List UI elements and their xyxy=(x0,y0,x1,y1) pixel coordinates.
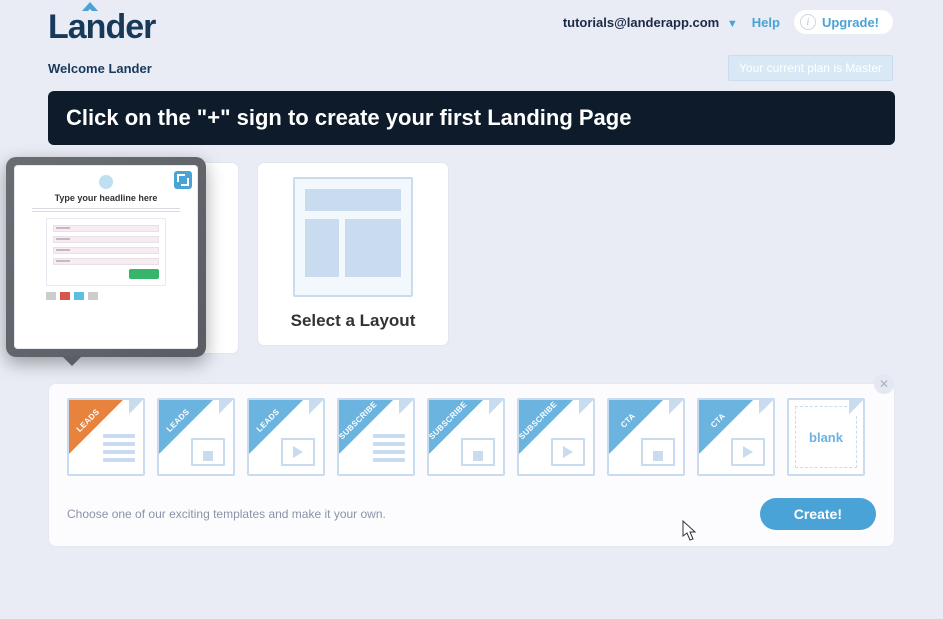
account-email-text: tutorials@landerapp.com xyxy=(563,15,719,30)
upgrade-label: Upgrade! xyxy=(822,15,879,30)
play-icon xyxy=(731,438,765,466)
upgrade-button[interactable]: i Upgrade! xyxy=(794,10,893,34)
chevron-down-icon: ▼ xyxy=(727,18,738,30)
preview-logo-icon xyxy=(99,175,113,189)
templates-panel: ✕ LEADSLEADSLEADSSUBSCRIBESUBSCRIBESUBSC… xyxy=(48,383,895,547)
template-tile-subscribe-form[interactable]: SUBSCRIBE xyxy=(337,398,415,476)
template-tile-leads-img[interactable]: LEADS xyxy=(157,398,235,476)
stage-area: Type your headline here Select a Layout xyxy=(48,163,895,383)
image-icon xyxy=(641,438,675,466)
welcome-text: Welcome Lander xyxy=(48,61,152,76)
preview-headline: Type your headline here xyxy=(26,193,186,203)
template-preview: Type your headline here xyxy=(14,165,198,349)
preview-field xyxy=(53,247,159,254)
template-tile-blank[interactable]: blank xyxy=(787,398,865,476)
preview-field xyxy=(53,236,159,243)
layout-wireframe-icon xyxy=(293,177,413,297)
image-icon xyxy=(191,438,225,466)
preview-form xyxy=(46,218,166,286)
template-tile-subscribe-img[interactable]: SUBSCRIBE xyxy=(427,398,505,476)
play-icon xyxy=(551,438,585,466)
create-button[interactable]: Create! xyxy=(760,498,876,530)
template-tile-leads-form[interactable]: LEADS xyxy=(67,398,145,476)
preview-field xyxy=(53,258,159,265)
play-icon xyxy=(281,438,315,466)
hero-instruction: Click on the "+" sign to create your fir… xyxy=(48,91,895,145)
select-layout-title: Select a Layout xyxy=(276,311,430,331)
template-tile-cta-play[interactable]: CTA xyxy=(697,398,775,476)
preview-social-icons xyxy=(46,292,166,300)
brand-logo-text: Lander xyxy=(48,8,155,46)
expand-icon[interactable] xyxy=(174,171,192,189)
template-tile-subscribe-play[interactable]: SUBSCRIBE xyxy=(517,398,595,476)
templates-row: LEADSLEADSLEADSSUBSCRIBESUBSCRIBESUBSCRI… xyxy=(67,398,876,476)
brand-logo[interactable]: Lander xyxy=(48,8,155,47)
select-layout-card[interactable]: Select a Layout xyxy=(258,163,448,345)
logo-caret-icon xyxy=(82,2,98,11)
templates-hint: Choose one of our exciting templates and… xyxy=(67,507,386,521)
template-tile-leads-play[interactable]: LEADS xyxy=(247,398,325,476)
template-tile-cta-img[interactable]: CTA xyxy=(607,398,685,476)
info-icon: i xyxy=(800,14,816,30)
form-icon xyxy=(103,434,135,466)
template-preview-popover: Type your headline here xyxy=(6,157,206,357)
image-icon xyxy=(461,438,495,466)
preview-description-placeholder xyxy=(32,206,180,212)
form-icon xyxy=(373,434,405,466)
preview-submit-button xyxy=(129,269,159,279)
plan-badge: Your current plan is Master xyxy=(728,55,893,81)
preview-field xyxy=(53,225,159,232)
account-email[interactable]: tutorials@landerapp.com ▼ xyxy=(563,15,738,30)
help-link[interactable]: Help xyxy=(752,15,780,30)
close-icon[interactable]: ✕ xyxy=(874,374,894,394)
